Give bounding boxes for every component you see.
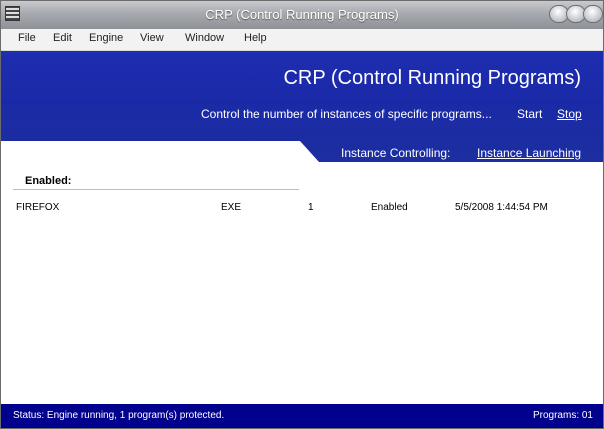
program-date: 5/5/2008 1:44:54 PM — [455, 202, 548, 213]
table-row[interactable]: FIREFOX EXE 1 Enabled 5/5/2008 1:44:54 P… — [1, 202, 603, 218]
app-window: CRP (Control Running Programs) File Edit… — [0, 0, 604, 429]
section-divider — [13, 189, 299, 190]
tab-instance-controlling[interactable]: Instance Controlling: — [341, 146, 450, 160]
window-title: CRP (Control Running Programs) — [205, 7, 399, 22]
menu-edit[interactable]: Edit — [53, 32, 72, 44]
program-state: Enabled — [371, 202, 408, 213]
tab-active-shape — [1, 141, 319, 162]
header-banner: CRP (Control Running Programs) Control t… — [1, 51, 603, 162]
programs-count: Programs: 01 — [532, 410, 593, 421]
status-bar: Status: Engine running, 1 program(s) pro… — [1, 404, 603, 428]
tab-instance-launching[interactable]: Instance Launching — [477, 146, 581, 160]
status-text: Status: Engine running, 1 program(s) pro… — [13, 410, 225, 421]
menu-window[interactable]: Window — [185, 32, 224, 44]
stop-link[interactable]: Stop — [557, 107, 582, 121]
menu-help[interactable]: Help — [244, 32, 267, 44]
page-title: CRP (Control Running Programs) — [283, 67, 581, 89]
program-type: EXE — [221, 202, 242, 213]
program-list-panel: Enabled: FIREFOX EXE 1 Enabled 5/5/2008 … — [1, 162, 603, 402]
close-button[interactable] — [583, 5, 603, 23]
menu-view[interactable]: View — [140, 32, 164, 44]
instance-count: 1 — [308, 202, 314, 213]
header-description: Control the number of instances of speci… — [201, 107, 492, 121]
program-name: FIREFOX — [16, 202, 60, 213]
section-label-enabled: Enabled: — [25, 175, 72, 187]
menu-file[interactable]: File — [18, 32, 36, 44]
menu-engine[interactable]: Engine — [89, 32, 123, 44]
menu-bar: File Edit Engine View Window Help — [1, 29, 603, 51]
start-link[interactable]: Start — [517, 107, 542, 121]
title-bar[interactable]: CRP (Control Running Programs) — [1, 1, 603, 30]
